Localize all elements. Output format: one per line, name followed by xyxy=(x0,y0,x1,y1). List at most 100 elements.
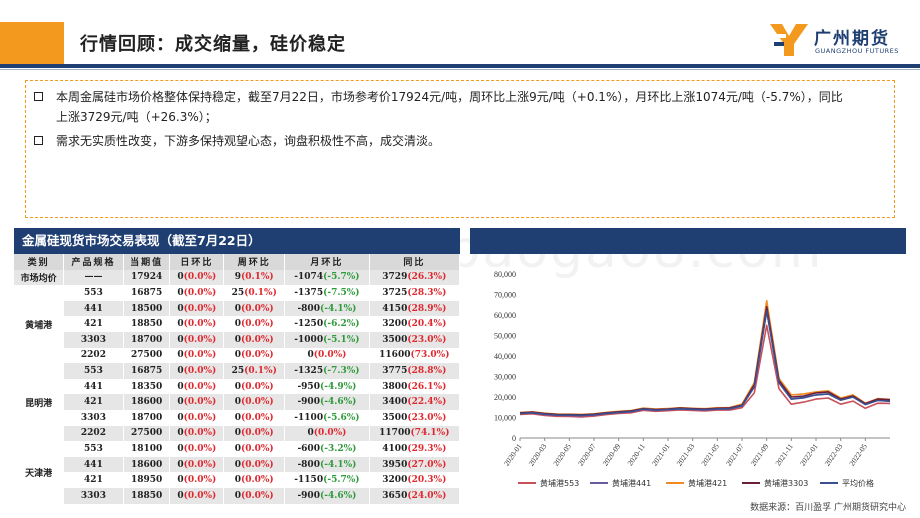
cell-week-change-pct: (0.0%) xyxy=(240,397,274,408)
x-tick-label: 2022-05 xyxy=(847,442,869,468)
cell-week-change: 0(0.0%) xyxy=(223,441,286,457)
table-row: 昆明港 553 16875 0(0.0%) 25(0.1%) -1325(-7.3%) 37… xyxy=(14,363,461,442)
cell-day-change-pct: (0.0%) xyxy=(183,381,217,392)
cell-month-change: -950(-4.9%) xyxy=(284,378,370,395)
cell-day-change: 0(0.0%) xyxy=(169,316,225,332)
cell-day-change: 0(0.0%) xyxy=(169,347,225,364)
cell-month-change: 0(0.0%) xyxy=(284,347,370,364)
cell-value: 27500 xyxy=(123,425,171,442)
cell-day-change: 0(0.0%) xyxy=(169,300,225,317)
cell-week-change-pct: (0.0%) xyxy=(240,490,274,501)
cell-spec: 3303 xyxy=(63,487,124,504)
cell-year-change-abs: 3500 xyxy=(382,334,408,345)
cell-value: 18500 xyxy=(123,300,171,317)
x-tick-label: 2020-01 xyxy=(502,442,524,468)
cell-value: 18700 xyxy=(123,409,171,426)
cell-spec: 553 xyxy=(63,285,124,301)
cell-month-change-pct: (0.0%) xyxy=(313,350,347,361)
logo-text-en: GUANGZHOU FUTURES xyxy=(815,47,899,55)
cell-month-change: -1000(-5.1%) xyxy=(284,331,370,348)
cell-week-change-abs: 25 xyxy=(231,365,245,376)
x-tick-label: 2021-05 xyxy=(699,442,721,468)
cell-day-change: 0(0.0%) xyxy=(169,363,225,379)
cell-year-change-pct: (20.4%) xyxy=(407,319,447,330)
cell-month-change-pct: (-4.1%) xyxy=(319,459,357,470)
cell-month-change-pct: (-6.2%) xyxy=(323,319,360,330)
cell-value: 18350 xyxy=(123,378,171,395)
cell-month-change-pct: (-3.2%) xyxy=(319,443,357,454)
table-row: 2202 27500 0(0.0%) 0(0.0%) 0(0.0%) 11700(74.1… xyxy=(14,425,461,442)
cell-week-change-pct: (0.1%) xyxy=(240,272,274,283)
y-tick-label: 50,000 xyxy=(494,332,516,341)
x-tick-label: 2021-07 xyxy=(724,442,746,468)
cell-year-change-pct: (20.3%) xyxy=(407,475,447,486)
cell-month-change-abs: -1150 xyxy=(294,475,324,486)
cell-year-change: 3200(20.3%) xyxy=(369,472,461,488)
cell-year-change-abs: 3729 xyxy=(382,272,408,283)
cell-month-change-abs: -950 xyxy=(297,381,320,392)
cell-week-change-pct: (0.0%) xyxy=(240,412,274,423)
cell-day-change-pct: (0.0%) xyxy=(183,475,217,486)
cell-day-change-pct: (0.0%) xyxy=(183,443,217,454)
table-row: 441 18350 0(0.0%) 0(0.0%) -950(-4.9%) 3800(26… xyxy=(14,378,461,395)
row-group-label: 天津港 xyxy=(14,441,65,504)
cell-value: 18700 xyxy=(123,331,171,348)
cell-year-change: 3775(28.8%) xyxy=(369,363,461,379)
cell-year-change: 3950(27.0%) xyxy=(369,456,461,473)
cell-spec: 421 xyxy=(63,316,124,332)
page-title: 行情回顾：成交缩量，硅价稳定 xyxy=(80,34,346,55)
series-line xyxy=(519,310,891,417)
cell-week-change-pct: (0.0%) xyxy=(240,459,274,470)
cell-month-change-abs: -800 xyxy=(297,459,320,470)
x-tick-label: 2021-03 xyxy=(675,442,697,468)
cell-month-change-abs: -900 xyxy=(297,490,320,501)
table-row: 3303 18850 0(0.0%) 0(0.0%) -900(-4.6%) 3650(2… xyxy=(14,487,461,504)
cell-week-change-pct: (0.0%) xyxy=(240,443,274,454)
cell-day-change-pct: (0.0%) xyxy=(183,428,217,439)
cell-week-change-pct: (0.0%) xyxy=(240,381,274,392)
cell-year-change: 3400(22.4%) xyxy=(369,394,461,410)
cell-spec: 441 xyxy=(63,300,124,317)
x-tick-label: 2020-09 xyxy=(601,442,623,468)
cell-month-change-pct: (-7.5%) xyxy=(323,287,360,298)
cell-value: 18600 xyxy=(123,456,171,473)
table-title: 金属硅现货市场交易表现（截至7月22日） xyxy=(14,228,460,254)
x-tick-label: 2020-03 xyxy=(527,442,549,468)
cell-month-change-abs: -1074 xyxy=(294,272,324,283)
cell-day-change: 0(0.0%) xyxy=(169,394,225,410)
cell-week-change-pct: (0.0%) xyxy=(240,319,274,330)
table-row: 3303 18700 0(0.0%) 0(0.0%) -1100(-5.6%) 3500(… xyxy=(14,409,461,426)
cell-month-change-pct: (-4.1%) xyxy=(319,303,357,314)
cell-spec: 2202 xyxy=(63,425,124,442)
cell-year-change: 3500(23.0%) xyxy=(369,331,461,348)
cell-year-change-abs: 3500 xyxy=(382,412,408,423)
cell-day-change-pct: (0.0%) xyxy=(183,397,217,408)
cell-week-change: 0(0.0%) xyxy=(223,300,286,317)
cell-month-change-abs: -600 xyxy=(297,443,320,454)
cell-month-change: -900(-4.6%) xyxy=(284,487,370,504)
cell-year-change-pct: (27.0%) xyxy=(407,459,447,470)
cell-week-change: 0(0.0%) xyxy=(223,456,286,473)
cell-year-change-pct: (29.3%) xyxy=(407,443,447,454)
table-row: 421 18850 0(0.0%) 0(0.0%) -1250(-6.2%) 3200(2… xyxy=(14,316,461,332)
cell-month-change: -900(-4.6%) xyxy=(284,394,370,410)
data-source: 数据来源：百川盈孚 广州期货研究中心 xyxy=(750,503,906,513)
cell-value: 18850 xyxy=(123,487,171,504)
cell-year-change-abs: 3950 xyxy=(382,459,408,470)
x-tick-label: 2020-11 xyxy=(625,442,647,468)
cell-day-change-pct: (0.0%) xyxy=(183,334,217,345)
cell-day-change-pct: (0.0%) xyxy=(183,303,217,314)
legend-label: 黄埔港553 xyxy=(540,478,579,488)
cell-month-change-pct: (-5.1%) xyxy=(323,334,360,345)
legend-label: 黄埔港441 xyxy=(612,478,651,488)
cell-year-change-abs: 3400 xyxy=(382,397,408,408)
x-tick-label: 2022-01 xyxy=(798,442,820,468)
col-header: 同比 xyxy=(369,254,461,270)
table-row: 421 18600 0(0.0%) 0(0.0%) -900(-4.6%) 3400(22… xyxy=(14,394,461,410)
cell-year-change-abs: 3200 xyxy=(382,319,408,330)
x-tick-label: 2020-05 xyxy=(551,442,573,468)
cell-week-change: 9(0.1%) xyxy=(223,269,286,286)
summary-bullet-text: 本周金属硅市场价格整体保持稳定，截至7月22日，市场参考价17924元/吨，周环… xyxy=(56,90,843,124)
cell-value: 17924 xyxy=(123,269,171,286)
table-row: 黄埔港 553 16875 0(0.0%) 25(0.1%) -1375(-7.5%) 37… xyxy=(14,285,461,364)
